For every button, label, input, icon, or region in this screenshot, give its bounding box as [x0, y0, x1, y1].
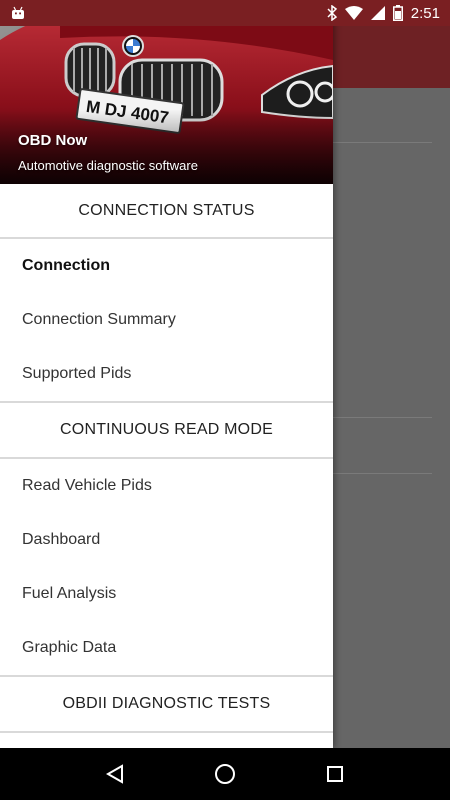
bg-divider	[333, 417, 432, 418]
section-obdii-diagnostic-tests[interactable]: OBDII DIAGNOSTIC TESTS	[0, 677, 333, 733]
car-image: M DJ 4007	[0, 0, 333, 184]
home-icon[interactable]	[205, 754, 245, 794]
bg-divider	[333, 473, 432, 474]
menu-item-connection[interactable]: Connection	[0, 239, 333, 293]
menu-item-supported-pids[interactable]: Supported Pids	[0, 347, 333, 401]
status-right: 2:51	[327, 5, 440, 22]
menu-item-connection-summary[interactable]: Connection Summary	[0, 293, 333, 347]
menu-item-read-vehicle-pids[interactable]: Read Vehicle Pids	[0, 459, 333, 513]
section-continuous-read-mode[interactable]: CONTINUOUS READ MODE	[0, 403, 333, 459]
bmw-logo-icon	[122, 35, 144, 57]
app-subtitle: Automotive diagnostic software	[18, 158, 198, 173]
menu-item-dashboard[interactable]: Dashboard	[0, 513, 333, 567]
bg-divider	[333, 142, 432, 143]
recents-icon[interactable]	[315, 754, 355, 794]
status-time: 2:51	[410, 4, 440, 22]
menu-item-graphic-data[interactable]: Graphic Data	[0, 621, 333, 675]
status-left	[10, 6, 26, 20]
wifi-icon	[344, 6, 363, 20]
status-bar: 2:51	[0, 0, 450, 26]
menu-item-fuel-analysis[interactable]: Fuel Analysis	[0, 567, 333, 621]
signal-icon	[370, 6, 385, 20]
drawer-header: M DJ 4007 OBD Now Automotive diagnostic …	[0, 0, 333, 184]
back-icon[interactable]	[95, 754, 135, 794]
navigation-drawer: M DJ 4007 OBD Now Automotive diagnostic …	[0, 0, 333, 748]
android-icon	[10, 6, 26, 20]
section-connection-status[interactable]: CONNECTION STATUS	[0, 184, 333, 239]
app-title: OBD Now	[18, 132, 88, 149]
system-nav-bar	[0, 748, 450, 800]
battery-icon	[392, 5, 403, 21]
bluetooth-icon	[327, 5, 337, 21]
